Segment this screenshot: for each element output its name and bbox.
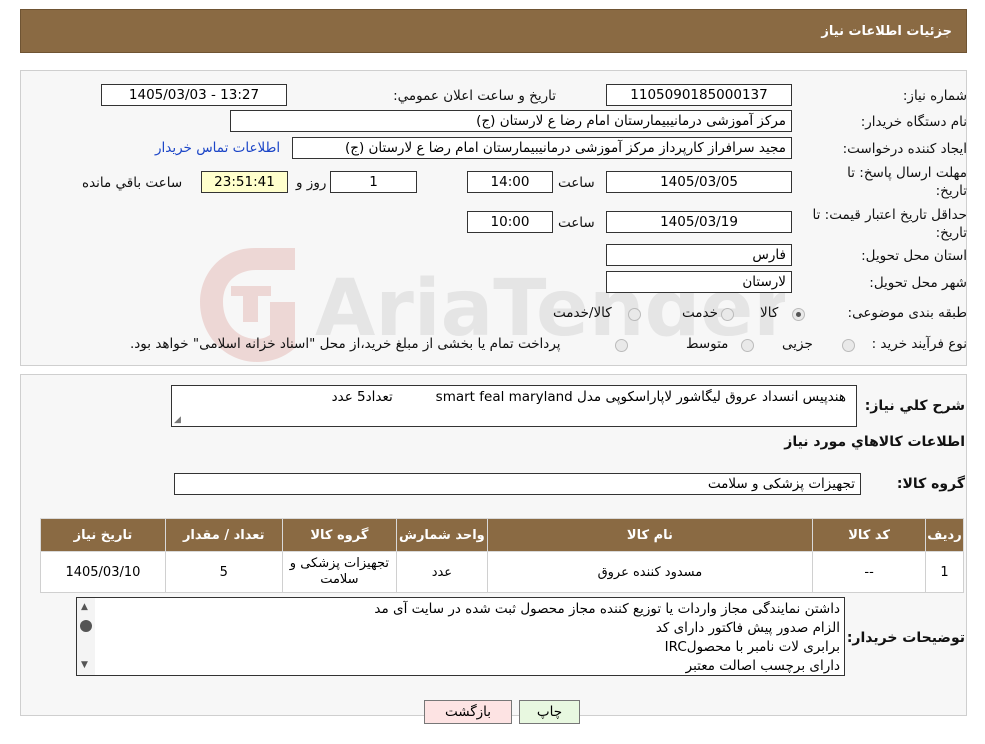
time-remaining-field: 23:51:41	[201, 171, 288, 193]
description-textarea[interactable]: هندپیس انسداد عروق لیگاشور لاپاراسکوپی م…	[171, 385, 857, 427]
city-field: لارستان	[606, 271, 792, 293]
goods-section-title: اطلاعات کالاهاي مورد نياز	[784, 434, 965, 450]
buyer-notes-label: توضیحات خریدار:	[846, 630, 965, 646]
cell-row: 1	[924, 551, 965, 593]
cell-name: مسدود کننده عروق	[486, 551, 814, 593]
cell-unit: عدد	[396, 551, 488, 593]
print-button[interactable]: چاپ	[519, 700, 580, 724]
col-qty: تعداد / مقدار	[164, 518, 283, 552]
deadline-time-field: 14:00	[467, 171, 553, 193]
goods-group-label: گروه کالا:	[896, 476, 965, 492]
deadline-label-date: تاریخ:	[935, 183, 967, 199]
col-date: تاريخ نياز	[40, 518, 166, 552]
need-number-field: 1105090185000137	[606, 84, 792, 106]
col-row: رديف	[924, 518, 965, 552]
days-remaining-field: 1	[330, 171, 417, 193]
cell-group: تجهیزات پزشکی و سلامت	[281, 551, 398, 593]
buyer-notes-text: داشتن نمایندگی مجاز واردات یا توزیع کنند…	[374, 600, 840, 676]
cell-date: 1405/03/10	[40, 551, 166, 593]
deadline-time-label: ساعت	[558, 175, 595, 191]
cell-qty: 5	[164, 551, 283, 593]
process-note: پرداخت تمام یا بخشی از مبلغ خرید،از محل …	[130, 336, 561, 352]
province-field: فارس	[606, 244, 792, 266]
description-text: هندپیس انسداد عروق لیگاشور لاپاراسکوپی م…	[331, 389, 846, 405]
need-number-label: شماره نیاز:	[902, 88, 967, 104]
buyer-note-line: برابری لات نامبر با محصولIRC	[664, 639, 840, 655]
announce-datetime-field: 1405/03/03 - 13:27	[101, 84, 287, 106]
process-label: نوع فرآیند خرید :	[871, 336, 967, 352]
goods-table: رديف کد کالا نام کالا واحد شمارش گروه کا…	[40, 518, 965, 593]
deadline-label: مهلت ارسال پاسخ: تا	[847, 165, 967, 181]
category-option-goods-service: کالا/خدمت	[553, 305, 612, 321]
category-radio-goods[interactable]	[792, 308, 805, 321]
back-button[interactable]: بازگشت	[424, 700, 512, 724]
buyer-note-line: داشتن نمایندگی مجاز واردات یا توزیع کنند…	[374, 601, 840, 617]
contact-buyer-link[interactable]: اطلاعات تماس خریدار	[155, 140, 280, 156]
col-code: کد کالا	[812, 518, 926, 552]
validity-label: حداقل تاریخ اعتبار قیمت: تا	[812, 207, 967, 223]
goods-group-field: تجهیزات پزشکی و سلامت	[174, 473, 861, 495]
goods-table-header: رديف کد کالا نام کالا واحد شمارش گروه کا…	[40, 518, 965, 552]
validity-label-date: تاریخ:	[935, 225, 967, 241]
creator-field: مجید سرافراز کارپرداز مرکز آموزشی درمانی…	[292, 137, 792, 159]
validity-time-label: ساعت	[558, 215, 595, 231]
table-row: 1 -- مسدود کننده عروق عدد تجهیزات پزشکی …	[40, 551, 965, 593]
buyer-notes-scrollbar[interactable]: ▲ ▼	[77, 598, 95, 675]
scroll-up-icon[interactable]: ▲	[81, 602, 88, 612]
buyer-notes-textarea[interactable]: داشتن نمایندگی مجاز واردات یا توزیع کنند…	[76, 597, 845, 676]
scroll-down-icon[interactable]: ▼	[81, 660, 88, 670]
buyer-label: نام دستگاه خريدار:	[860, 114, 967, 130]
scroll-thumb[interactable]	[80, 620, 92, 632]
resize-handle-icon[interactable]: ◢	[174, 415, 181, 425]
days-label: روز و	[296, 175, 327, 191]
category-option-service: خدمت	[682, 305, 718, 321]
cell-code: --	[812, 551, 926, 593]
time-remaining-label: ساعت باقي مانده	[82, 175, 183, 191]
announce-label: تاريخ و ساعت اعلان عمومي:	[393, 88, 556, 104]
validity-date-field: 1405/03/19	[606, 211, 792, 233]
process-option-medium: متوسط	[686, 336, 729, 352]
col-unit: واحد شمارش	[396, 518, 488, 552]
category-radio-service[interactable]	[721, 308, 734, 321]
category-radio-goods-service[interactable]	[628, 308, 641, 321]
province-label: استان محل تحویل:	[861, 248, 967, 264]
page-header: جزئیات اطلاعات نیاز	[20, 9, 967, 53]
validity-time-field: 10:00	[467, 211, 553, 233]
buyer-note-line: دارای برچسب اصالت معتبر	[685, 658, 840, 674]
category-option-goods: کالا	[760, 305, 779, 321]
category-label: طبقه بندی موضوعی:	[847, 305, 967, 321]
process-radio-medium[interactable]	[741, 339, 754, 352]
col-group: گروه کالا	[281, 518, 398, 552]
city-label: شهر محل تحویل:	[869, 275, 967, 291]
col-name: نام کالا	[486, 518, 814, 552]
buyer-field: مرکز آموزشی درمانیبیمارستان امام رضا ع ل…	[230, 110, 792, 132]
creator-label: ایجاد کننده درخواست:	[842, 141, 967, 157]
process-option-minor: جزیی	[782, 336, 813, 352]
buyer-note-line: الزام صدور پیش فاکتور دارای کد	[655, 620, 840, 636]
page-title: جزئیات اطلاعات نیاز	[821, 24, 952, 39]
deadline-date-field: 1405/03/05	[606, 171, 792, 193]
description-label: شرح کلي نياز:	[864, 398, 965, 414]
process-radio-minor[interactable]	[842, 339, 855, 352]
process-radio-treasury[interactable]	[615, 339, 628, 352]
